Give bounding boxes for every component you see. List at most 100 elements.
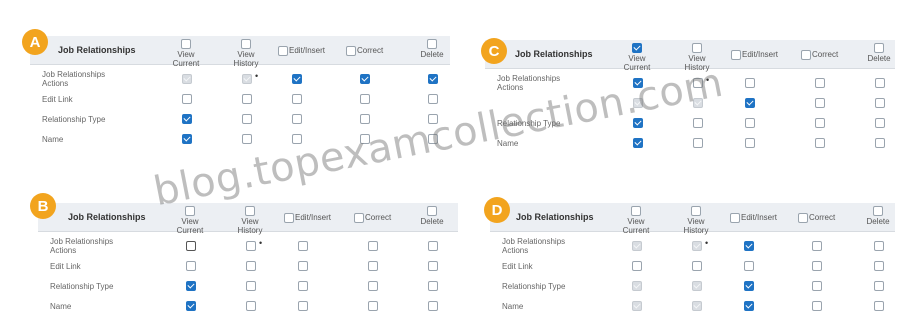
column-header[interactable]: Correct (798, 213, 835, 223)
column-header[interactable]: View History (228, 39, 264, 68)
column-select-checkbox[interactable] (730, 213, 740, 223)
permission-checkbox[interactable] (693, 138, 703, 148)
column-header[interactable]: Delete (860, 206, 896, 226)
permission-checkbox[interactable] (292, 94, 302, 104)
permission-checkbox[interactable] (815, 98, 825, 108)
permission-checkbox[interactable] (632, 261, 642, 271)
permission-checkbox[interactable] (874, 261, 884, 271)
column-select-checkbox[interactable] (185, 206, 195, 216)
permission-checkbox[interactable] (815, 118, 825, 128)
column-select-checkbox[interactable] (181, 39, 191, 49)
column-select-checkbox[interactable] (346, 46, 356, 56)
permission-checkbox[interactable] (182, 114, 192, 124)
column-select-checkbox[interactable] (354, 213, 364, 223)
permission-checkbox[interactable] (292, 134, 302, 144)
permission-checkbox[interactable] (246, 281, 256, 291)
column-header[interactable]: View Current (619, 43, 655, 72)
column-select-checkbox[interactable] (691, 206, 701, 216)
column-header[interactable]: Edit/Insert (278, 46, 325, 56)
column-header[interactable]: Delete (414, 206, 450, 226)
permission-checkbox[interactable] (246, 241, 256, 251)
permission-checkbox[interactable] (242, 94, 252, 104)
column-header[interactable]: Correct (801, 50, 838, 60)
permission-checkbox[interactable] (815, 78, 825, 88)
permission-checkbox[interactable] (246, 301, 256, 311)
column-select-checkbox[interactable] (874, 43, 884, 53)
column-header[interactable]: View Current (172, 206, 208, 235)
permission-checkbox[interactable] (186, 261, 196, 271)
permission-checkbox[interactable] (745, 118, 755, 128)
column-header[interactable]: Edit/Insert (730, 213, 777, 223)
permission-checkbox[interactable] (633, 78, 643, 88)
permission-checkbox[interactable] (292, 74, 302, 84)
permission-checkbox[interactable] (428, 74, 438, 84)
permission-checkbox[interactable] (745, 138, 755, 148)
permission-checkbox[interactable] (360, 114, 370, 124)
permission-checkbox[interactable] (428, 241, 438, 251)
permission-checkbox[interactable] (368, 261, 378, 271)
permission-checkbox[interactable] (875, 98, 885, 108)
permission-checkbox[interactable] (428, 94, 438, 104)
permission-checkbox[interactable] (360, 134, 370, 144)
permission-checkbox[interactable] (186, 241, 196, 251)
permission-checkbox[interactable] (298, 261, 308, 271)
column-header[interactable]: View Current (168, 39, 204, 68)
column-select-checkbox[interactable] (278, 46, 288, 56)
permission-checkbox[interactable] (182, 134, 192, 144)
permission-checkbox[interactable] (812, 281, 822, 291)
column-select-checkbox[interactable] (427, 206, 437, 216)
permission-checkbox[interactable] (368, 241, 378, 251)
permission-checkbox[interactable] (874, 241, 884, 251)
column-select-checkbox[interactable] (692, 43, 702, 53)
column-select-checkbox[interactable] (632, 43, 642, 53)
permission-checkbox[interactable] (368, 301, 378, 311)
permission-checkbox[interactable] (298, 301, 308, 311)
column-select-checkbox[interactable] (731, 50, 741, 60)
permission-checkbox[interactable] (428, 114, 438, 124)
permission-checkbox[interactable] (875, 118, 885, 128)
permission-checkbox[interactable] (874, 281, 884, 291)
permission-checkbox[interactable] (693, 78, 703, 88)
column-header[interactable]: Correct (346, 46, 383, 56)
permission-checkbox[interactable] (186, 301, 196, 311)
permission-checkbox[interactable] (875, 138, 885, 148)
column-header[interactable]: View History (678, 206, 714, 235)
permission-checkbox[interactable] (368, 281, 378, 291)
column-select-checkbox[interactable] (245, 206, 255, 216)
permission-checkbox[interactable] (292, 114, 302, 124)
permission-checkbox[interactable] (812, 241, 822, 251)
permission-checkbox[interactable] (182, 94, 192, 104)
column-header[interactable]: Delete (414, 39, 450, 59)
permission-checkbox[interactable] (633, 118, 643, 128)
permission-checkbox[interactable] (186, 281, 196, 291)
permission-checkbox[interactable] (745, 98, 755, 108)
permission-checkbox[interactable] (744, 281, 754, 291)
permission-checkbox[interactable] (428, 281, 438, 291)
permission-checkbox[interactable] (874, 301, 884, 311)
column-select-checkbox[interactable] (284, 213, 294, 223)
permission-checkbox[interactable] (360, 94, 370, 104)
column-select-checkbox[interactable] (241, 39, 251, 49)
permission-checkbox[interactable] (242, 134, 252, 144)
permission-checkbox[interactable] (298, 281, 308, 291)
column-select-checkbox[interactable] (873, 206, 883, 216)
column-header[interactable]: View Current (618, 206, 654, 235)
permission-checkbox[interactable] (744, 301, 754, 311)
permission-checkbox[interactable] (693, 118, 703, 128)
column-select-checkbox[interactable] (798, 213, 808, 223)
permission-checkbox[interactable] (744, 261, 754, 271)
column-select-checkbox[interactable] (631, 206, 641, 216)
permission-checkbox[interactable] (428, 134, 438, 144)
permission-checkbox[interactable] (692, 261, 702, 271)
permission-checkbox[interactable] (633, 138, 643, 148)
permission-checkbox[interactable] (812, 301, 822, 311)
permission-checkbox[interactable] (428, 301, 438, 311)
permission-checkbox[interactable] (360, 74, 370, 84)
column-header[interactable]: Correct (354, 213, 391, 223)
column-header[interactable]: Delete (861, 43, 897, 63)
column-header[interactable]: Edit/Insert (284, 213, 331, 223)
permission-checkbox[interactable] (812, 261, 822, 271)
permission-checkbox[interactable] (875, 78, 885, 88)
column-select-checkbox[interactable] (801, 50, 811, 60)
column-select-checkbox[interactable] (427, 39, 437, 49)
